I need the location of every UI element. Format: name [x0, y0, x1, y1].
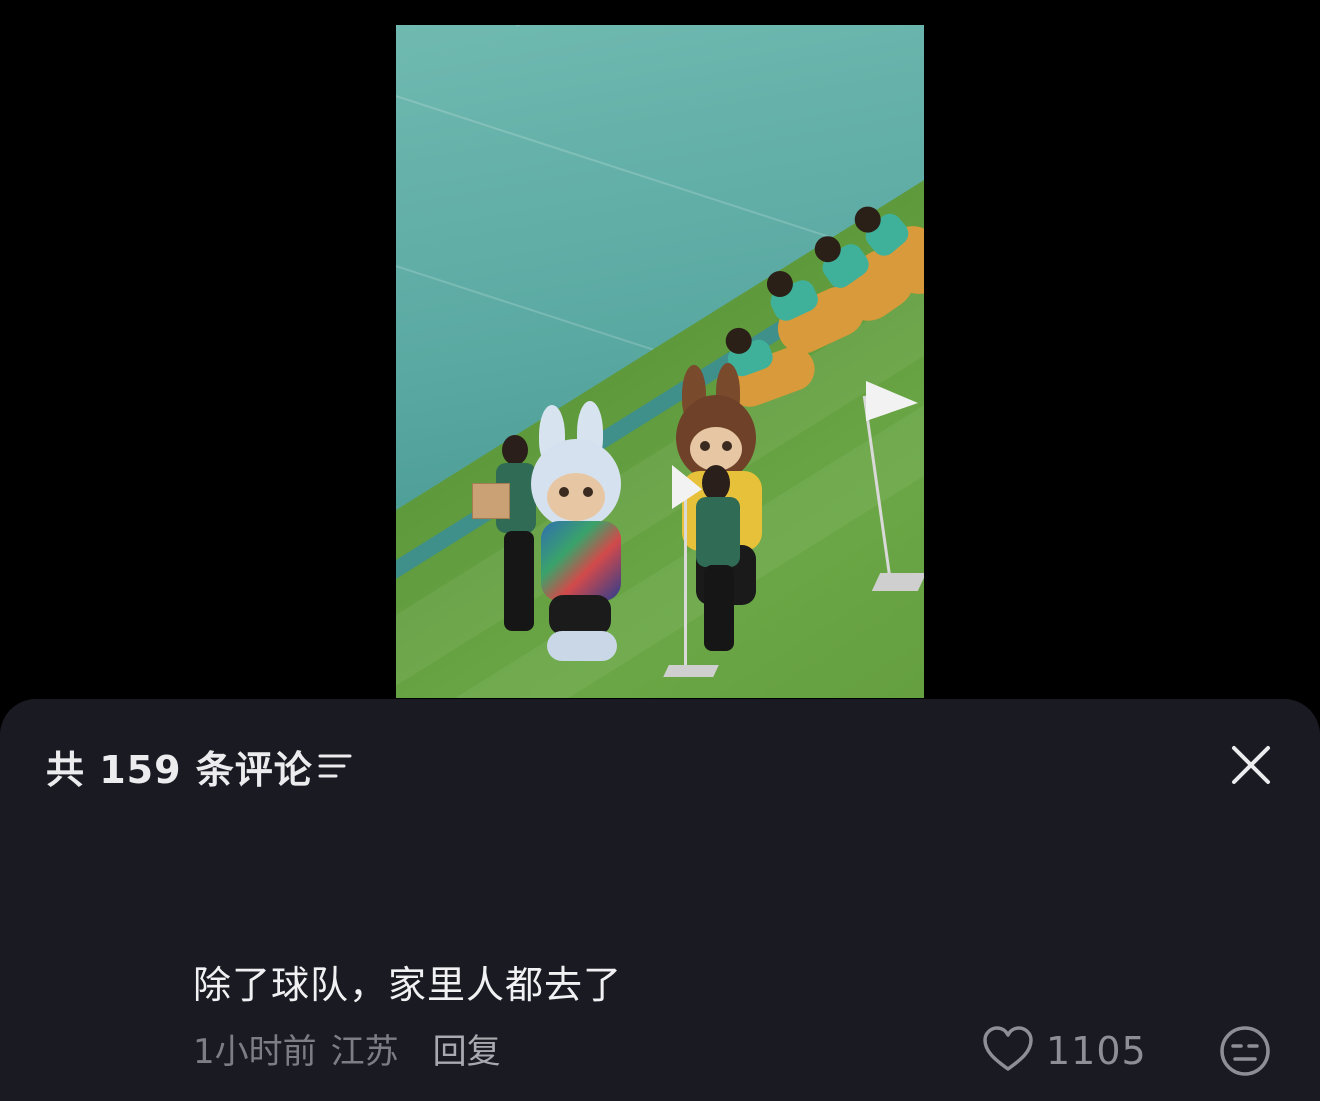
flag-pole [684, 485, 687, 675]
cardboard-box [472, 483, 510, 519]
like-count: 1105 [1046, 1029, 1147, 1073]
screen: 共 159 条评论 除了球队，家里人都去了 1小时前 江苏 回复 1105 [0, 0, 1320, 1101]
flag-base [871, 573, 924, 591]
meh-face-icon[interactable] [1218, 1024, 1272, 1078]
comment-text: 除了球队，家里人都去了 [193, 963, 623, 1007]
close-icon[interactable] [1222, 736, 1280, 794]
comment-location: 江苏 [330, 1031, 399, 1072]
comments-count-title: 共 159 条评论 [46, 747, 313, 792]
comment-time: 1小时前 [193, 1031, 317, 1072]
sort-filter-icon[interactable] [318, 752, 352, 780]
video-player[interactable] [396, 25, 924, 698]
like-button[interactable]: 1105 [982, 1024, 1147, 1078]
comment-meta: 1小时前 江苏 回复 [193, 1024, 501, 1073]
heart-outline-icon [982, 1025, 1034, 1077]
tarp-seam [516, 25, 924, 27]
flag-base [663, 665, 719, 677]
reply-button[interactable]: 回复 [433, 1024, 501, 1073]
